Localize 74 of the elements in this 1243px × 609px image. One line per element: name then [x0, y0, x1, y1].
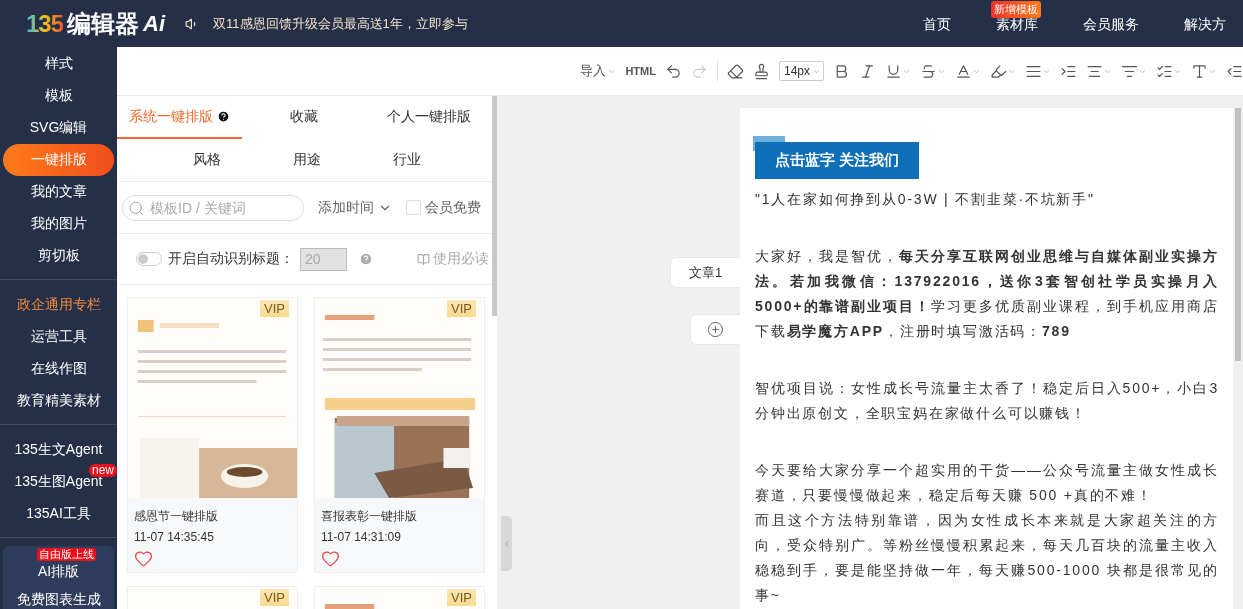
nav-link[interactable]: 素材库: [996, 15, 1038, 32]
heart-icon[interactable]: [134, 549, 153, 568]
template-card[interactable]: VIP: [314, 586, 485, 609]
tab[interactable]: 收藏: [241, 96, 367, 139]
paragraph: 智优项目说：女性成长号流量主太香了！稳定后日入500+，小白3分钟出原创文，全职宝妈在家做什么可以赚钱！: [755, 379, 1219, 423]
new-badge: new: [89, 464, 117, 477]
vip-badge: VIP: [447, 589, 476, 606]
sidebar-item[interactable]: 135生文Agent: [3, 434, 114, 466]
sidebar-item[interactable]: 免费图表生成: [16, 590, 101, 609]
vip-badge: VIP: [260, 300, 289, 317]
filter-link[interactable]: 风格: [157, 139, 257, 181]
search-field[interactable]: 模板ID / 关键词: [122, 194, 304, 221]
card-title: 感恩节一键排版: [134, 508, 219, 525]
font-size-select[interactable]: 14px: [778, 61, 824, 81]
help-icon[interactable]: [216, 110, 230, 123]
sidebar-item[interactable]: 剪切板: [3, 240, 114, 272]
template-card[interactable]: VIP: [127, 586, 298, 609]
sidebar-item[interactable]: 我的文章: [3, 176, 114, 208]
vip-badge: VIP: [260, 589, 289, 606]
nav-link[interactable]: 会员服务: [1083, 15, 1139, 32]
import-button[interactable]: 导入: [580, 62, 617, 80]
nav-link[interactable]: 解决方: [1184, 15, 1226, 32]
nav-link[interactable]: 首页: [923, 15, 951, 32]
vip-badge: VIP: [447, 300, 476, 317]
strikethrough-icon[interactable]: [920, 62, 946, 80]
heading-banner: 点击蓝字 关注我们: [755, 142, 920, 179]
plus-circle-icon: [707, 321, 724, 338]
scrollbar[interactable]: [492, 96, 497, 316]
nav-badge: 新增模板: [991, 0, 1041, 18]
sidebar-item[interactable]: 模板: [3, 80, 114, 112]
add-button[interactable]: [690, 314, 740, 345]
tab[interactable]: 个人一键排版: [366, 96, 491, 139]
announcement-link[interactable]: 双11感恩回馈升级会员最高送1年，立即参与: [213, 14, 468, 33]
scrollbar[interactable]: [1235, 108, 1241, 361]
logo[interactable]: 135 编辑器 Ai: [26, 7, 166, 40]
sidebar-item[interactable]: 运营工具: [3, 321, 114, 353]
card-date: 11-07 14:31:09: [321, 530, 402, 544]
eraser-icon[interactable]: [726, 62, 744, 80]
html-button[interactable]: HTML: [625, 65, 656, 77]
search-icon: [128, 199, 145, 217]
promo-badge: 自由版上线: [36, 548, 96, 561]
sidebar-item[interactable]: 135AI工具: [3, 498, 114, 530]
sidebar-item[interactable]: 在线作图: [3, 353, 114, 385]
template-card[interactable]: VIP 感恩节一键排版 11-07 14:35:45: [127, 297, 298, 573]
underline-icon[interactable]: [885, 62, 911, 80]
checkbox[interactable]: [406, 200, 421, 215]
checkbox-label: 会员免费: [425, 198, 481, 217]
sort-dropdown[interactable]: 添加时间: [318, 198, 392, 217]
document-tab[interactable]: 文章1: [670, 257, 740, 288]
paragraph: 今天要给大家分享一个超实用的干货——公众号流量主做女性成长赛道，只要慢慢做起来，稳定后每天赚 500 +真的不难！: [755, 461, 1219, 505]
sidebar-item[interactable]: 我的图片: [3, 208, 114, 240]
card-title: 喜报表彰一键排版: [321, 508, 418, 525]
toggle-switch[interactable]: [136, 252, 162, 266]
sidebar-item[interactable]: 教育精美素材: [3, 385, 114, 417]
toggle-label: 开启自动识别标题：: [168, 250, 294, 268]
sidebar-item[interactable]: 样式: [3, 48, 114, 80]
filter-link[interactable]: 用途: [257, 139, 357, 181]
undo-icon[interactable]: [664, 62, 682, 80]
paragraph: 而且这个方法特别靠谱，因为女性成长本来就是大家超关注的方向，受众特别广。等粉丝慢慢积累起来，每天几百块的流量主收入稳稳到手，要是能坚持做一年，每天赚500-1000 块都是很常见的事~: [755, 511, 1219, 605]
card-date: 11-07 14:35:45: [134, 530, 215, 544]
paragraph: "1人在家如何挣到从0-3W | 不割韭菜·不坑新手": [755, 190, 1096, 209]
filter-link[interactable]: 行业: [357, 139, 457, 181]
collapse-handle[interactable]: [501, 516, 512, 571]
sidebar-item[interactable]: 政企通用专栏: [3, 289, 114, 321]
paragraph: 大家好，我是智优，每天分享互联网创业思维与自媒体副业实操方法。若加我微信：137922016，送你3套智创社学员实操月入5000+的靠谱副业项目！学习更多优质副业课程，到手机应用商店下载易学魔方APP，注册时填写激活码：789: [755, 247, 1219, 341]
font-color-icon[interactable]: [955, 62, 981, 80]
book-icon: [417, 252, 430, 266]
italic-icon[interactable]: [859, 62, 876, 80]
sidebar-item[interactable]: 135生图Agent new: [3, 466, 114, 498]
heart-icon[interactable]: [321, 549, 340, 568]
highlighter-icon[interactable]: [990, 62, 1016, 80]
template-card[interactable]: VIP 喜报表彰一键排版 11-07 14:31:09: [314, 297, 485, 573]
stamp-icon[interactable]: [752, 62, 770, 80]
sidebar-item[interactable]: SVG编辑: [3, 112, 114, 144]
